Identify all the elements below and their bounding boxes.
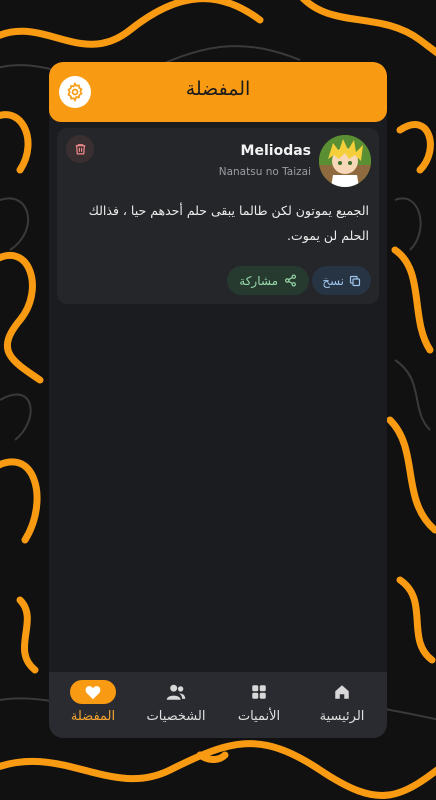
copy-icon (349, 275, 361, 286)
share-label: مشاركة (239, 273, 278, 288)
share-icon (285, 274, 296, 287)
share-button[interactable]: مشاركة (227, 266, 309, 295)
character-avatar (319, 135, 371, 187)
app-window: المفضلة Meliodas Nanatsu no Taizai الجمي… (49, 62, 387, 738)
home-icon (335, 685, 349, 699)
trash-icon (75, 144, 85, 155)
people-icon (166, 684, 186, 700)
delete-button[interactable] (66, 135, 94, 163)
nav-item-home[interactable]: الرئيسية (301, 680, 383, 732)
quote-text: الجميع يموتون لكن طالما يبقى حلم أحدهم ح… (88, 203, 369, 243)
nav-item-anime[interactable]: الأنميات (218, 680, 300, 732)
nav-label-anime: الأنميات (237, 709, 281, 724)
settings-button[interactable] (59, 76, 91, 108)
anime-name: Nanatsu no Taizai (218, 166, 311, 178)
copy-label: نسخ (322, 273, 344, 288)
favorite-quote-card: Meliodas Nanatsu no Taizai الجميع يموتون… (57, 128, 379, 304)
app-header: المفضلة (49, 62, 387, 122)
nav-label-characters: الشخصيات (146, 709, 206, 724)
nav-item-characters[interactable]: الشخصيات (135, 680, 217, 732)
nav-label-home: الرئيسية (319, 709, 365, 724)
gear-icon (67, 82, 83, 102)
nav-label-favorites: المفضلة (70, 709, 116, 724)
grid-icon (252, 685, 266, 699)
copy-button[interactable]: نسخ (312, 266, 371, 295)
nav-item-favorites[interactable]: المفضلة (52, 680, 134, 732)
character-name: Meliodas (240, 143, 311, 159)
heart-icon (85, 686, 101, 700)
page-title: المفضلة (185, 78, 251, 100)
bottom-navigation: الرئيسية الأنميات الشخصيات المفضلة (49, 672, 387, 738)
